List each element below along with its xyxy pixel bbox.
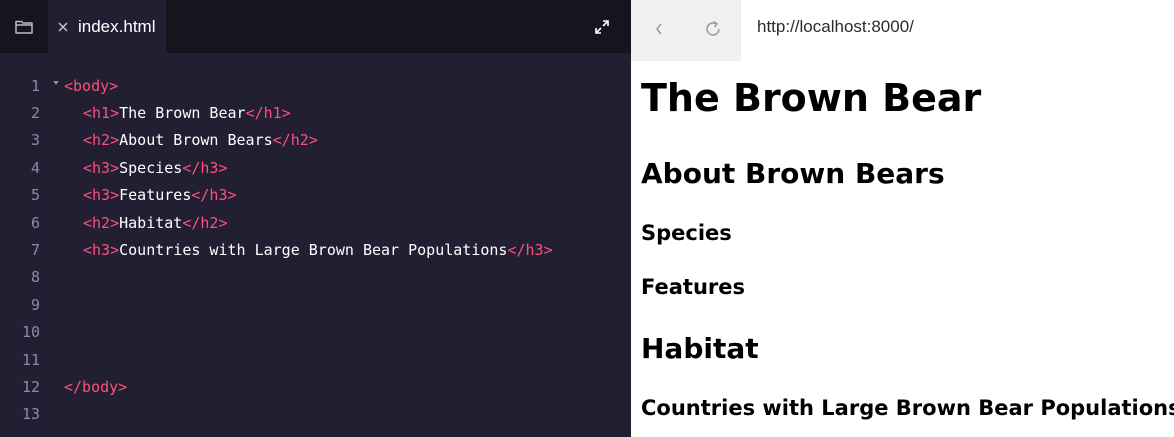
- fold-gutter: [40, 127, 64, 154]
- code-line[interactable]: 8: [0, 264, 631, 291]
- back-button[interactable]: [645, 15, 673, 43]
- code-line[interactable]: 6 <h2>Habitat</h2>: [0, 209, 631, 236]
- fold-gutter: [40, 99, 64, 126]
- code-line[interactable]: 10: [0, 319, 631, 346]
- tab-index-html[interactable]: index.html: [48, 0, 166, 53]
- fold-gutter[interactable]: [40, 72, 64, 99]
- html-tag-token: <h2>: [83, 213, 120, 232]
- code-text: <h1>The Brown Bear</h1>: [64, 104, 291, 122]
- html-tag-token: <h3>: [83, 158, 120, 177]
- text-token: Countries with Large Brown Bear Populati…: [119, 240, 508, 259]
- html-tag-token: <h2>: [83, 131, 120, 150]
- line-number: 13: [21, 405, 40, 424]
- reload-icon: [706, 20, 720, 36]
- fold-gutter: [40, 373, 64, 400]
- heading-species: Species: [641, 221, 732, 245]
- heading-features: Features: [641, 275, 745, 299]
- line-number: 5: [30, 186, 40, 205]
- code-line[interactable]: 11: [0, 346, 631, 373]
- text-token: Species: [119, 158, 183, 177]
- address-bar-url[interactable]: http://localhost:8000/: [757, 17, 914, 37]
- code-text: <body>: [64, 77, 118, 95]
- expand-icon: [594, 19, 609, 34]
- code-text: <h3>Features</h3>: [64, 186, 237, 204]
- code-text: </body>: [64, 378, 127, 396]
- line-number: 3: [30, 131, 40, 150]
- html-tag-token: <h3>: [83, 240, 120, 259]
- line-number: 12: [21, 377, 40, 396]
- line-number: 8: [30, 268, 40, 287]
- code-line[interactable]: 4 <h3>Species</h3>: [0, 154, 631, 181]
- expand-editor-button[interactable]: [572, 0, 631, 53]
- code-line[interactable]: 9: [0, 291, 631, 318]
- line-number: 10: [21, 323, 40, 342]
- code-editor: index.html 1 <body> 2 <h1>The Brown Bear</h…: [0, 0, 631, 437]
- page-heading-1: The Brown Bear: [641, 76, 982, 120]
- html-tag-token: <h3>: [83, 186, 120, 205]
- code-line[interactable]: 7 <h3>Countries with Large Brown Bear Pop…: [0, 236, 631, 263]
- code-text: <h2>About Brown Bears</h2>: [64, 131, 318, 149]
- line-number: 7: [30, 240, 40, 259]
- fold-gutter: [40, 182, 64, 209]
- html-tag-token: <h1>: [83, 103, 120, 122]
- html-tag-token: </h1>: [245, 103, 291, 122]
- text-token: About Brown Bears: [119, 131, 273, 150]
- tab-label: index.html: [78, 16, 156, 36]
- close-icon: [58, 22, 68, 31]
- line-number: 9: [30, 295, 40, 314]
- reload-button[interactable]: [699, 15, 727, 43]
- line-number: 6: [30, 213, 40, 232]
- tab-close-button[interactable]: [56, 20, 70, 34]
- code-line[interactable]: 3 <h2>About Brown Bears</h2>: [0, 127, 631, 154]
- fold-gutter: [40, 401, 64, 428]
- code-line[interactable]: 13: [0, 401, 631, 428]
- fold-gutter: [40, 346, 64, 373]
- html-tag-token: </h2>: [182, 213, 228, 232]
- text-token: Habitat: [119, 213, 183, 232]
- line-number: 4: [30, 158, 40, 177]
- heading-habitat: Habitat: [641, 332, 759, 365]
- text-token: The Brown Bear: [119, 103, 246, 122]
- code-text: <h3>Countries with Large Brown Bear Popu…: [64, 241, 553, 259]
- line-number: 2: [30, 103, 40, 122]
- fold-gutter: [40, 209, 64, 236]
- editor-tabbar: index.html: [0, 0, 631, 53]
- text-token: Features: [119, 186, 192, 205]
- code-text: <h3>Species</h3>: [64, 159, 228, 177]
- fold-gutter: [40, 236, 64, 263]
- line-number: 11: [21, 350, 40, 369]
- browser-nav: [631, 0, 741, 61]
- browser-preview: http://localhost:8000/ The Brown Bear Ab…: [631, 0, 1174, 437]
- html-tag-token: </h3>: [182, 158, 228, 177]
- code-line[interactable]: 2 <h1>The Brown Bear</h1>: [0, 99, 631, 126]
- folder-icon: [15, 20, 33, 34]
- fold-gutter: [40, 319, 64, 346]
- code-area[interactable]: 1 <body> 2 <h1>The Brown Bear</h1> 3 <h2>Abou…: [0, 72, 631, 437]
- code-line[interactable]: 12 </body>: [0, 373, 631, 400]
- fold-gutter: [40, 291, 64, 318]
- html-tag-token: </body>: [64, 377, 128, 396]
- heading-about-brown-bears: About Brown Bears: [641, 157, 945, 190]
- html-tag-token: </h3>: [191, 186, 237, 205]
- code-line[interactable]: 1 <body>: [0, 72, 631, 99]
- code-line[interactable]: 5 <h3>Features</h3>: [0, 182, 631, 209]
- fold-gutter: [40, 154, 64, 181]
- chevron-left-icon: [656, 23, 662, 35]
- html-tag-token: </h2>: [272, 131, 318, 150]
- html-tag-token: <body>: [64, 76, 119, 95]
- file-browser-button[interactable]: [0, 0, 48, 53]
- line-number: 1: [30, 76, 40, 95]
- html-tag-token: </h3>: [507, 240, 553, 259]
- fold-arrow-icon: [53, 81, 59, 85]
- code-text: <h2>Habitat</h2>: [64, 214, 228, 232]
- heading-countries: Countries with Large Brown Bear Populati…: [641, 396, 1174, 420]
- fold-gutter: [40, 264, 64, 291]
